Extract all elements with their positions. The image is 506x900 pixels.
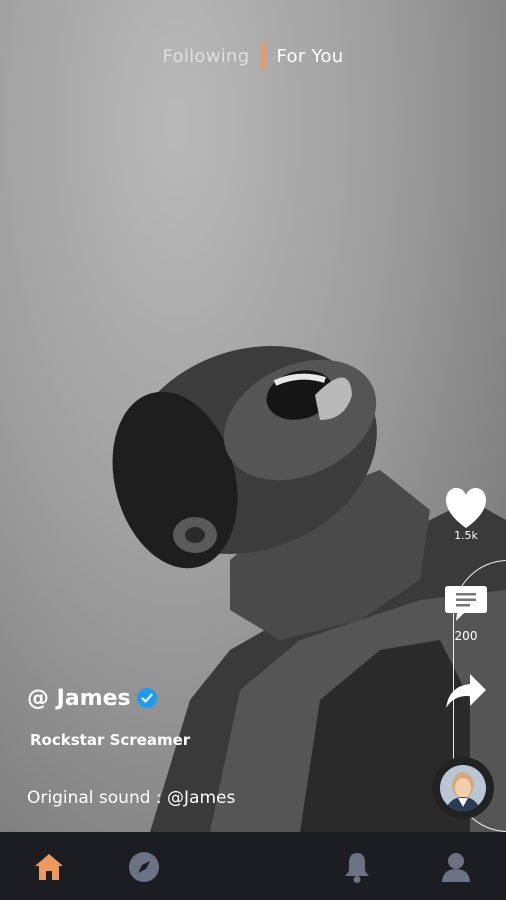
video-author[interactable]: @ James bbox=[27, 686, 157, 711]
username: @ James bbox=[27, 686, 131, 711]
comment-icon bbox=[445, 586, 487, 621]
comment-count: 200 bbox=[454, 629, 478, 643]
like-count: 1.5k bbox=[454, 529, 478, 542]
avatar bbox=[440, 765, 486, 811]
like-button[interactable]: 1.5k bbox=[442, 488, 490, 542]
home-icon bbox=[35, 854, 63, 880]
share-icon bbox=[446, 674, 486, 708]
avatar-image bbox=[440, 765, 486, 811]
app-screen: Following For You 1.5k 200 @ James Rocks… bbox=[0, 0, 506, 900]
sound-link[interactable]: Original sound : @James bbox=[27, 788, 235, 808]
profile-icon bbox=[442, 853, 470, 882]
nav-notifications[interactable] bbox=[340, 850, 374, 884]
comment-button[interactable]: 200 bbox=[442, 584, 490, 643]
tab-following[interactable]: Following bbox=[163, 46, 250, 67]
verified-badge-icon bbox=[136, 688, 157, 708]
music-disc[interactable] bbox=[432, 757, 494, 819]
nav-home[interactable] bbox=[32, 850, 66, 884]
tab-divider bbox=[261, 42, 265, 70]
compass-icon bbox=[129, 852, 159, 882]
heart-icon bbox=[445, 488, 487, 528]
bell-icon bbox=[345, 853, 369, 883]
bottom-nav bbox=[0, 832, 506, 900]
tab-for-you[interactable]: For You bbox=[277, 46, 344, 67]
share-button[interactable] bbox=[442, 672, 490, 715]
nav-explore[interactable] bbox=[127, 850, 161, 884]
video-caption: Rockstar Screamer bbox=[30, 731, 191, 749]
feed-tabs: Following For You bbox=[0, 42, 506, 70]
nav-profile[interactable] bbox=[439, 850, 473, 884]
